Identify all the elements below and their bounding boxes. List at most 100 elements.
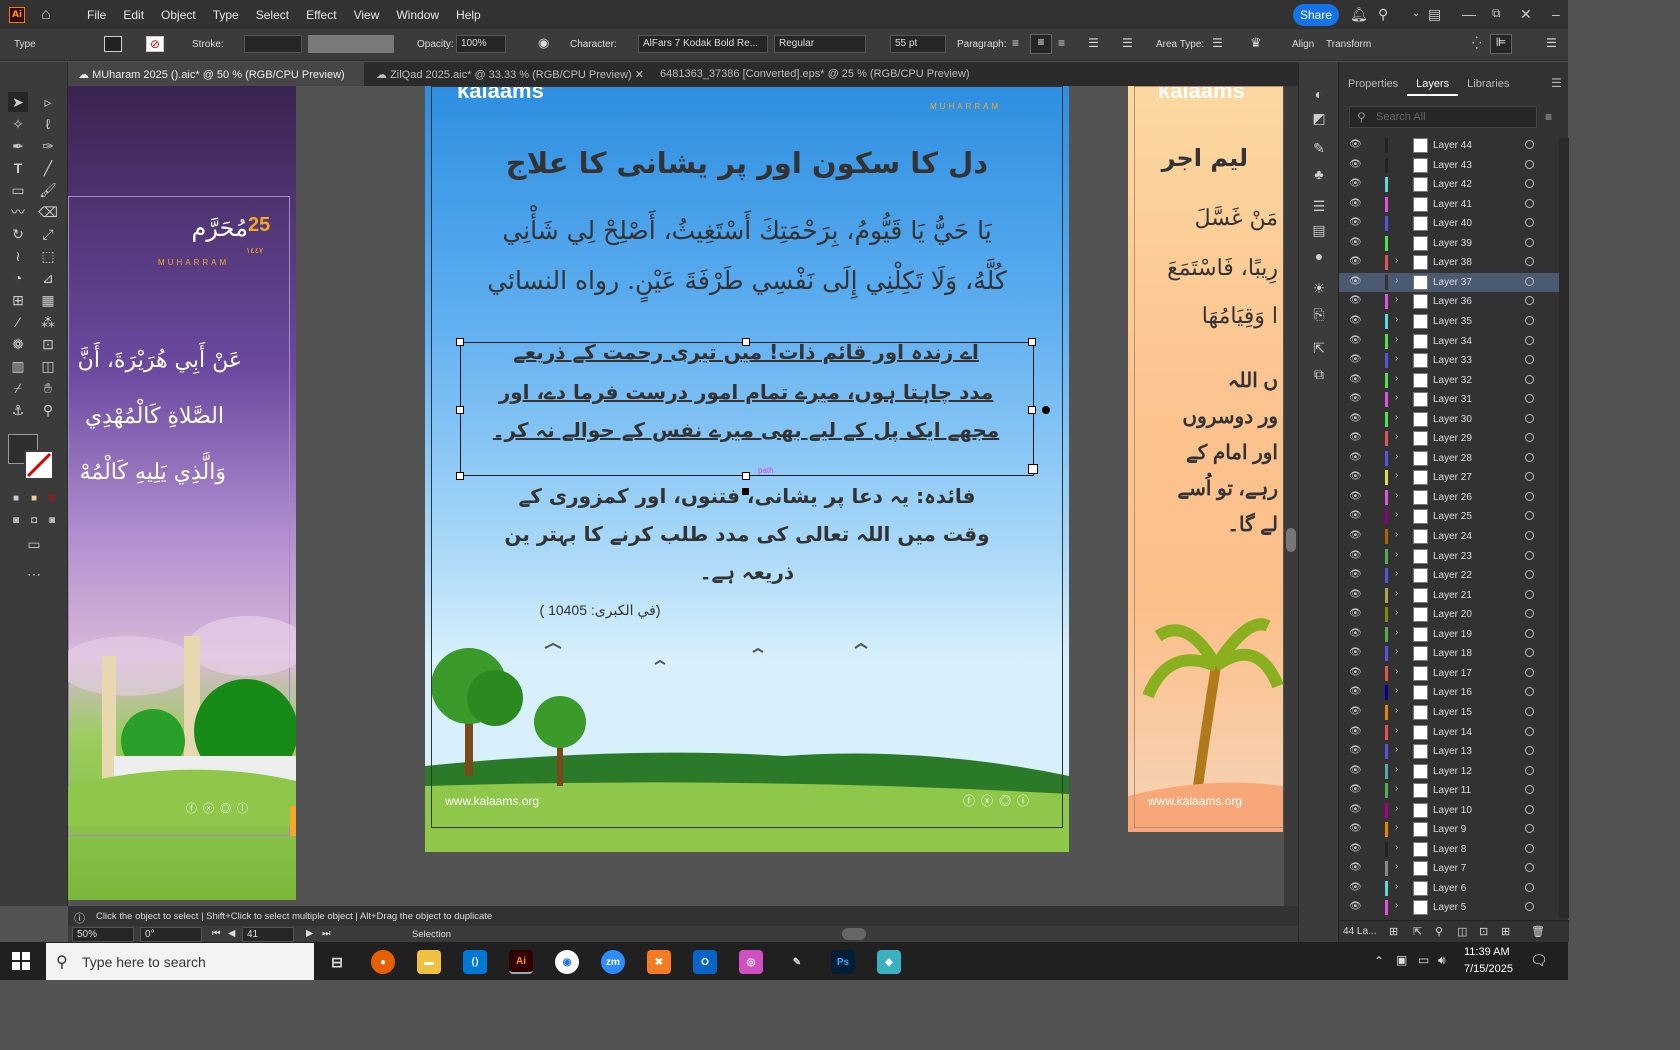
next-artboard-icon[interactable]: ▶ <box>306 928 313 939</box>
artboard-right[interactable]: kalaams لیم اجر مَنْ غَسَّلَ رِيبًا، فَا… <box>1128 86 1283 832</box>
expand-chevron-icon[interactable]: › <box>1395 588 1398 599</box>
minimize-small-icon[interactable]: – <box>1552 6 1560 22</box>
scale-tool-icon[interactable]: ⤢ <box>38 224 58 244</box>
visibility-eye-icon[interactable]: 👁︎ <box>1349 628 1362 640</box>
anchor-point[interactable] <box>742 488 749 495</box>
visibility-eye-icon[interactable]: 👁︎ <box>1349 413 1362 425</box>
tray-chevron-icon[interactable]: ⌃ <box>1374 954 1384 968</box>
visibility-eye-icon[interactable]: 👁︎ <box>1349 530 1362 542</box>
expand-chevron-icon[interactable]: › <box>1395 294 1398 305</box>
search-icon[interactable]: ⚲ <box>1378 6 1388 23</box>
vscode-icon[interactable]: ⟨⟩ <box>463 950 487 974</box>
layer-name[interactable]: Layer 23 <box>1433 551 1472 562</box>
expand-chevron-icon[interactable]: › <box>1395 842 1398 853</box>
menu-effect[interactable]: Effect <box>306 8 336 22</box>
vertical-scrollbar[interactable] <box>1284 86 1298 906</box>
target-circle-icon[interactable] <box>1525 902 1534 912</box>
font-size-field[interactable]: 55 pt <box>890 35 946 53</box>
screen-mode-icon[interactable]: ▭ <box>24 534 44 554</box>
target-circle-icon[interactable] <box>1525 628 1534 638</box>
menu-select[interactable]: Select <box>256 8 289 22</box>
target-circle-icon[interactable] <box>1525 159 1534 169</box>
transform-panel-link[interactable]: Transform <box>1326 39 1371 50</box>
font-family-field[interactable]: AlFars 7 Kodak Bold Re... <box>638 35 768 53</box>
layer-row[interactable]: 👁︎ › Layer 26 <box>1339 488 1559 507</box>
visibility-eye-icon[interactable]: 👁︎ <box>1349 686 1362 698</box>
layer-name[interactable]: Layer 18 <box>1433 648 1472 659</box>
layer-row[interactable]: 👁︎ › Layer 37 <box>1339 272 1559 292</box>
filter-icon[interactable]: ≡ <box>1545 110 1552 124</box>
tab-libraries[interactable]: Libraries <box>1458 72 1518 96</box>
target-circle-icon[interactable] <box>1525 179 1534 189</box>
layer-row[interactable]: 👁︎ › Layer 10 <box>1339 801 1559 820</box>
pen-tool-icon[interactable]: ✒ <box>8 136 28 156</box>
panel-menu-icon[interactable]: ☰ <box>1551 76 1562 90</box>
visibility-eye-icon[interactable]: 👁︎ <box>1349 901 1362 913</box>
layer-row[interactable]: 👁︎ › Layer 30 <box>1339 410 1559 429</box>
gradient-mode-icon[interactable]: ■ <box>24 488 44 508</box>
expand-chevron-icon[interactable]: › <box>1395 373 1398 384</box>
target-circle-icon[interactable] <box>1525 804 1534 814</box>
windows-start-icon[interactable] <box>12 952 30 970</box>
target-circle-icon[interactable] <box>1525 355 1534 365</box>
visibility-eye-icon[interactable]: 👁︎ <box>1349 315 1362 327</box>
layer-row[interactable]: 👁︎ › Layer 27 <box>1339 468 1559 487</box>
expand-chevron-icon[interactable]: › <box>1395 900 1398 911</box>
zoom-app-icon[interactable]: zm <box>601 950 625 974</box>
rotate-field[interactable]: 0° <box>140 927 202 942</box>
layer-name[interactable]: Layer 27 <box>1433 472 1472 483</box>
creative-cloud-icon[interactable]: ◎ <box>739 950 763 974</box>
expand-chevron-icon[interactable]: › <box>1395 529 1398 540</box>
layer-name[interactable]: Layer 15 <box>1433 707 1472 718</box>
stroke-label[interactable]: Stroke: <box>192 39 224 50</box>
photoshop-icon[interactable]: Ps <box>831 950 855 974</box>
expand-chevron-icon[interactable]: › <box>1395 861 1398 872</box>
expand-chevron-icon[interactable]: › <box>1395 764 1398 775</box>
layer-name[interactable]: Layer 41 <box>1433 199 1472 210</box>
target-circle-icon[interactable] <box>1525 667 1534 677</box>
column-graph-icon[interactable]: ⊡ <box>38 334 58 354</box>
visibility-eye-icon[interactable]: 👁︎ <box>1349 882 1362 894</box>
layer-row[interactable]: 👁︎ › Layer 7 <box>1339 859 1559 878</box>
app-icon[interactable]: ◆ <box>877 950 901 974</box>
expand-chevron-icon[interactable]: › <box>1395 392 1398 403</box>
color-panel-icon[interactable]: ☀ <box>1309 278 1329 298</box>
target-circle-icon[interactable] <box>1525 863 1534 873</box>
expand-chevron-icon[interactable]: › <box>1395 783 1398 794</box>
target-circle-icon[interactable] <box>1525 452 1534 462</box>
panel-menu-icon[interactable]: ☰ <box>1546 36 1557 50</box>
expand-chevron-icon[interactable]: › <box>1395 353 1398 364</box>
visibility-eye-icon[interactable]: 👁︎ <box>1349 159 1362 171</box>
selection-handle[interactable] <box>742 472 750 480</box>
draw-behind-icon[interactable]: ◘ <box>24 510 44 530</box>
layer-name[interactable]: Layer 22 <box>1433 570 1472 581</box>
menu-help[interactable]: Help <box>456 8 481 22</box>
visibility-eye-icon[interactable]: 👁︎ <box>1349 667 1362 679</box>
target-circle-icon[interactable] <box>1525 882 1534 892</box>
selection-handle[interactable] <box>456 472 464 480</box>
mesh-tool-icon[interactable]: ⊞ <box>8 290 28 310</box>
visibility-eye-icon[interactable]: 👁︎ <box>1349 491 1362 503</box>
layer-row[interactable]: 👁︎ › Layer 19 <box>1339 625 1559 644</box>
clock-date[interactable]: 7/15/2025 <box>1464 963 1513 975</box>
new-sublayer-icon[interactable]: ⊡ <box>1479 925 1488 938</box>
layers-scrollbar[interactable] <box>1559 138 1569 918</box>
target-circle-icon[interactable] <box>1525 413 1534 423</box>
target-circle-icon[interactable] <box>1525 257 1534 267</box>
target-circle-icon[interactable] <box>1525 335 1534 345</box>
layer-row[interactable]: 👁︎ Layer 41 <box>1339 195 1559 214</box>
layer-row[interactable]: 👁︎ Layer 39 <box>1339 234 1559 253</box>
illustrator-taskbar-icon[interactable]: Ai <box>509 950 533 974</box>
layer-name[interactable]: Layer 10 <box>1433 805 1472 816</box>
target-circle-icon[interactable] <box>1525 394 1534 404</box>
target-circle-icon[interactable] <box>1525 315 1534 325</box>
xampp-icon[interactable]: ✖ <box>647 950 671 974</box>
properties-panel-icon[interactable]: ◐ <box>1309 84 1329 104</box>
layer-row[interactable]: 👁︎ › Layer 21 <box>1339 586 1559 605</box>
target-circle-icon[interactable] <box>1525 531 1534 540</box>
layer-row[interactable]: 👁︎ › Layer 17 <box>1339 664 1559 683</box>
horizontal-scrollbar-thumb[interactable] <box>842 928 866 940</box>
visibility-eye-icon[interactable]: 👁︎ <box>1349 823 1362 835</box>
arrange-icon[interactable]: ▤ <box>1428 6 1441 23</box>
outlook-icon[interactable]: O <box>693 950 717 974</box>
